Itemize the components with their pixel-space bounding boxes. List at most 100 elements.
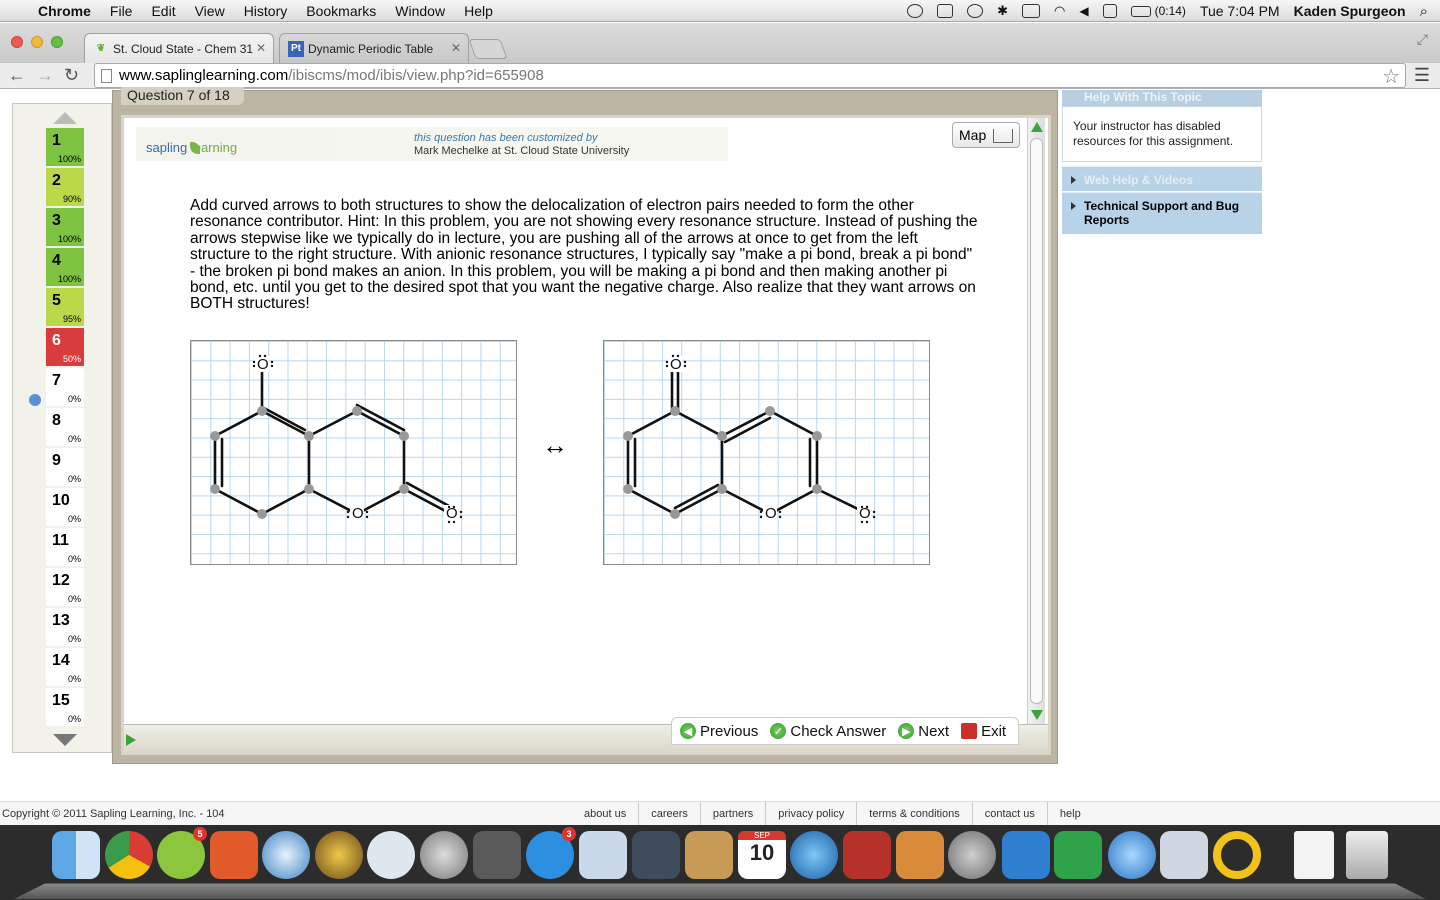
menu-bookmarks[interactable]: Bookmarks <box>306 3 376 19</box>
minimize-window-button[interactable] <box>31 36 43 48</box>
fullscreen-icon[interactable]: ⤢ <box>1417 31 1428 48</box>
scrollbar-thumb[interactable] <box>1030 138 1043 704</box>
photo-booth-icon[interactable] <box>473 831 521 879</box>
menu-help[interactable]: Help <box>464 3 493 19</box>
bookmark-star-icon[interactable]: ☆ <box>1382 64 1400 89</box>
question-nav-item[interactable]: 8 0% <box>46 408 84 446</box>
chrome-icon[interactable] <box>105 831 153 879</box>
new-tab-button[interactable] <box>468 39 508 59</box>
question-nav-item[interactable]: 12 0% <box>46 568 84 606</box>
display-icon[interactable] <box>1022 4 1040 18</box>
app-store-icon[interactable]: 3 <box>526 827 576 879</box>
photos-icon[interactable] <box>843 831 891 879</box>
menu-window[interactable]: Window <box>395 3 445 19</box>
menubar-user[interactable]: Kaden Spurgeon <box>1294 3 1406 19</box>
question-nav-item[interactable]: 15 0% <box>46 688 84 726</box>
tech-support-link[interactable]: Technical Support and Bug Reports <box>1062 192 1262 234</box>
footer-link-contact[interactable]: contact us <box>973 802 1048 826</box>
menu-history[interactable]: History <box>244 3 288 19</box>
trash-icon[interactable] <box>1346 831 1388 879</box>
zoom-window-button[interactable] <box>51 36 63 48</box>
outlook-icon[interactable] <box>1213 831 1261 879</box>
question-scrollbar[interactable] <box>1027 118 1045 724</box>
close-window-button[interactable] <box>11 36 23 48</box>
question-nav-item[interactable]: 2 90% <box>46 168 84 206</box>
check-answer-button[interactable]: ✓ Check Answer <box>770 723 886 740</box>
chrome-menu-icon[interactable]: ☰ <box>1414 65 1430 86</box>
question-nav-item[interactable]: 9 0% <box>46 448 84 486</box>
finder-icon[interactable] <box>52 831 100 879</box>
document-icon[interactable] <box>1294 831 1334 879</box>
exit-button[interactable]: Exit <box>961 723 1006 740</box>
question-nav-item[interactable]: 13 0% <box>46 608 84 646</box>
question-nav-item[interactable]: 5 95% <box>46 288 84 326</box>
question-nav-item[interactable]: 3 100% <box>46 208 84 246</box>
keyboard-icon[interactable] <box>1102 4 1117 18</box>
wifi-icon[interactable]: ◠ <box>1054 3 1065 19</box>
web-help-videos-link[interactable]: Web Help & Videos <box>1062 166 1262 191</box>
question-nav-item[interactable]: 6 50% <box>46 328 84 366</box>
footer-link-about[interactable]: about us <box>572 802 640 826</box>
itunes-icon[interactable] <box>790 831 838 879</box>
spotify-icon[interactable]: 5 <box>157 827 207 879</box>
menu-view[interactable]: View <box>195 3 225 19</box>
left-structure-canvas[interactable]: O O O <box>190 340 517 565</box>
question-nav-item[interactable]: 7 0% <box>46 368 84 406</box>
time-machine-icon[interactable] <box>967 4 984 18</box>
tab-periodic-table[interactable]: Pt Dynamic Periodic Table ✕ <box>279 33 469 63</box>
help-topic-heading[interactable]: Help With This Topic <box>1062 90 1262 106</box>
nav-scroll-up-icon[interactable] <box>53 112 77 124</box>
question-nav-item[interactable]: 10 0% <box>46 488 84 526</box>
launchpad-icon[interactable] <box>420 831 468 879</box>
warcraft-icon[interactable] <box>315 831 363 879</box>
tab-sapling[interactable]: ❦ St. Cloud State - Chem 31 ✕ <box>84 33 274 63</box>
excel-icon[interactable] <box>1054 831 1102 879</box>
footer-link-privacy[interactable]: privacy policy <box>766 802 858 826</box>
preview-icon[interactable] <box>579 831 627 879</box>
menu-app-name[interactable]: Chrome <box>38 3 91 19</box>
menu-edit[interactable]: Edit <box>151 3 175 19</box>
forward-button[interactable]: → <box>36 65 54 86</box>
footer-link-help[interactable]: help <box>1048 802 1093 826</box>
footer-link-terms[interactable]: terms & conditions <box>857 802 973 826</box>
contacts-icon[interactable] <box>685 831 733 879</box>
messenger-icon[interactable] <box>367 831 415 879</box>
tab-close-icon[interactable]: ✕ <box>451 41 461 55</box>
bluetooth-icon[interactable]: ✱ <box>997 3 1008 19</box>
spotlight-search-icon[interactable]: ⌕ <box>1420 3 1428 20</box>
iphoto-icon[interactable] <box>896 831 944 879</box>
facetime-icon[interactable] <box>632 831 680 879</box>
question-counter: Question 7 of 18 <box>121 87 244 105</box>
tab-close-icon[interactable]: ✕ <box>256 41 266 55</box>
scroll-down-icon[interactable] <box>1031 710 1043 720</box>
volume-icon[interactable]: ◀ <box>1079 4 1088 18</box>
network-globe-icon[interactable] <box>1108 831 1156 879</box>
screen-share-icon[interactable] <box>907 4 924 18</box>
menu-file[interactable]: File <box>110 3 133 19</box>
question-nav-item[interactable]: 4 100% <box>46 248 84 286</box>
back-button[interactable]: ← <box>8 65 26 86</box>
address-bar[interactable]: www.saplinglearning.com/ibiscms/mod/ibis… <box>94 63 1406 88</box>
question-nav-item[interactable]: 11 0% <box>46 528 84 566</box>
window-icon[interactable] <box>937 4 954 18</box>
previous-button[interactable]: ◀ Previous <box>680 723 758 740</box>
battery-icon[interactable] <box>1130 5 1151 17</box>
word-icon[interactable] <box>1002 831 1050 879</box>
footer-link-careers[interactable]: careers <box>639 802 701 826</box>
question-nav-item[interactable]: 14 0% <box>46 648 84 686</box>
safari-icon[interactable] <box>262 831 310 879</box>
calendar-icon[interactable]: SEP 10 <box>738 831 786 879</box>
next-button[interactable]: ▶ Next <box>898 723 949 740</box>
right-structure-canvas[interactable]: O O O <box>603 340 930 565</box>
powerpoint-icon[interactable] <box>210 831 258 879</box>
nav-scroll-down-icon[interactable] <box>53 734 77 746</box>
menubar-clock[interactable]: Tue 7:04 PM <box>1200 3 1280 19</box>
system-preferences-icon[interactable] <box>948 831 996 879</box>
footer-link-partners[interactable]: partners <box>701 802 767 826</box>
scroll-up-icon[interactable] <box>1031 122 1043 132</box>
question-nav-item[interactable]: 1 100% <box>46 128 84 166</box>
expand-play-icon[interactable] <box>126 734 136 746</box>
map-button[interactable]: Map <box>952 122 1020 148</box>
satellite-icon[interactable] <box>1160 831 1208 879</box>
reload-button[interactable]: ↻ <box>64 65 79 86</box>
